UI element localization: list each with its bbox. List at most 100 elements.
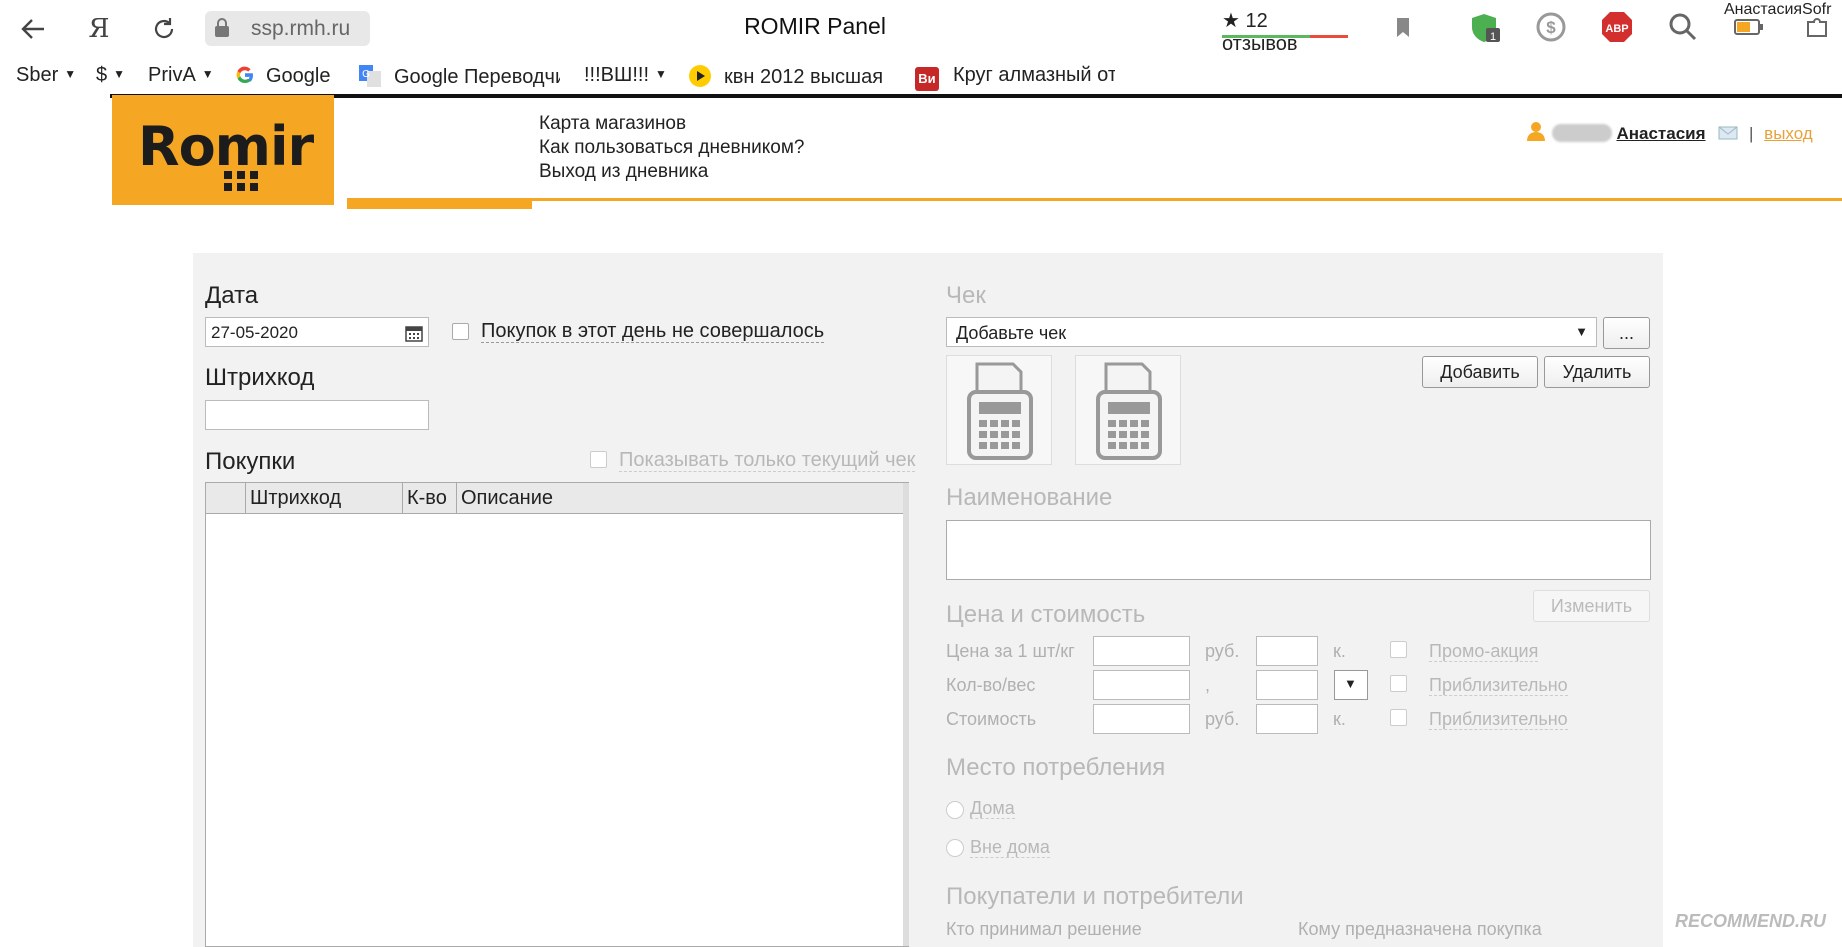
- cost-rub-input[interactable]: [1093, 704, 1190, 734]
- unit-price-kop-unit: к.: [1333, 641, 1346, 661]
- bookmark-google[interactable]: Google: [234, 64, 331, 88]
- receipt-tile[interactable]: [1075, 355, 1181, 465]
- purchases-label: Покупки: [205, 448, 296, 475]
- date-value: 27-05-2020: [211, 323, 298, 342]
- product-name-label: Наименование: [946, 484, 1113, 511]
- add-receipt-button[interactable]: Добавить: [1422, 356, 1538, 388]
- bookmark-dollar[interactable]: $ ▼: [96, 64, 125, 87]
- rating-bar: [1222, 35, 1348, 38]
- chevron-down-icon: ▼: [1344, 676, 1357, 691]
- lock-icon: [215, 18, 229, 37]
- bookmark-priva[interactable]: PrivA ▼: [148, 64, 214, 87]
- barcode-input[interactable]: [205, 400, 429, 430]
- shield-extension-icon[interactable]: 1: [1468, 10, 1502, 44]
- romir-logo[interactable]: Romir: [112, 95, 334, 205]
- for-whom-label: Кому предназначена покупка: [1298, 919, 1542, 939]
- account-name[interactable]: АнастасияSofr: [1724, 1, 1831, 19]
- svg-text:G: G: [362, 69, 370, 80]
- place-away-label[interactable]: Вне дома: [970, 837, 1050, 858]
- column-header-barcode[interactable]: Штрихкод: [246, 483, 403, 513]
- logout-link[interactable]: выход: [1764, 124, 1813, 143]
- promo-label[interactable]: Промо-акция: [1429, 641, 1539, 662]
- no-purchases-label[interactable]: Покупок в этот день не совершалось: [481, 320, 825, 343]
- bookmark-sber[interactable]: Sber ▼: [16, 64, 76, 87]
- yandex-icon[interactable]: Я: [80, 10, 118, 48]
- decision-maker-label: Кто принимал решение: [946, 919, 1142, 939]
- delete-receipt-button[interactable]: Удалить: [1544, 356, 1650, 388]
- bookmark-label: Google Переводчи: [394, 66, 560, 88]
- place-home-text: Дома: [970, 798, 1015, 819]
- browser-toolbar: Я ssp.rmh.ru ROMIR Panel ★ 12 отзывов 1 …: [0, 0, 1842, 94]
- receipt-select[interactable]: Добавьте чек ▼: [946, 317, 1597, 347]
- stores-map-link[interactable]: Карта магазинов: [539, 113, 686, 135]
- diary-exit-link[interactable]: Выход из дневника: [539, 161, 708, 183]
- cash-register-icon: [967, 362, 1033, 460]
- barcode-label: Штрихкод: [205, 364, 315, 391]
- quantity-approx-checkbox[interactable]: [1390, 675, 1407, 692]
- promo-checkbox[interactable]: [1390, 641, 1407, 658]
- purchases-table: Штрихкод К-во Описание: [205, 482, 909, 947]
- table-scrollbar[interactable]: [903, 483, 909, 946]
- quantity-int-input[interactable]: [1093, 670, 1190, 700]
- cost-approx-label[interactable]: Приблизительно: [1429, 709, 1568, 730]
- column-header-select[interactable]: [206, 483, 246, 513]
- quantity-label: Кол-во/вес: [946, 675, 1036, 695]
- bookmark-label: квн 2012 высшая: [724, 66, 884, 88]
- logo-dots-icon: [224, 171, 258, 191]
- receipt-more-button[interactable]: ...: [1603, 317, 1650, 349]
- calendar-icon[interactable]: [405, 324, 423, 342]
- reviews-button[interactable]: ★ 12 отзывов: [1222, 8, 1348, 55]
- column-header-description[interactable]: Описание: [457, 483, 908, 513]
- abp-icon[interactable]: ABP: [1600, 10, 1634, 44]
- consumption-place-label: Место потребления: [946, 754, 1166, 781]
- price-section-label: Цена и стоимость: [946, 601, 1146, 628]
- product-name-input[interactable]: [946, 520, 1651, 580]
- no-purchases-checkbox[interactable]: [452, 323, 469, 340]
- unit-price-rub-input[interactable]: [1093, 636, 1190, 666]
- bookmark-krug[interactable]: Ви Круг алмазный отр: [915, 64, 1115, 91]
- column-header-qty[interactable]: К-во: [403, 483, 457, 513]
- cost-approx-checkbox[interactable]: [1390, 709, 1407, 726]
- dollar-extension-icon[interactable]: $: [1534, 10, 1568, 44]
- show-current-text: Показывать только текущий чек: [619, 449, 916, 472]
- mail-icon[interactable]: [1718, 126, 1738, 140]
- svg-text:$: $: [1546, 18, 1556, 37]
- quantity-frac-input[interactable]: [1256, 670, 1318, 700]
- cost-kop-input[interactable]: [1256, 704, 1318, 734]
- cost-kop-unit: к.: [1333, 709, 1346, 729]
- user-name-link[interactable]: Анастасия: [1616, 124, 1705, 143]
- cost-label: Стоимость: [946, 709, 1037, 729]
- date-field[interactable]: 27-05-2020: [205, 317, 429, 347]
- place-away-radio[interactable]: [946, 839, 964, 857]
- diary-help-link[interactable]: Как пользоваться дневником?: [539, 137, 804, 159]
- show-current-checkbox[interactable]: [590, 451, 607, 468]
- quantity-approx-label[interactable]: Приблизительно: [1429, 675, 1568, 696]
- change-button[interactable]: Изменить: [1533, 590, 1650, 622]
- cost-rub-unit: руб.: [1205, 709, 1240, 729]
- reload-icon[interactable]: [145, 10, 183, 48]
- place-home-radio[interactable]: [946, 801, 964, 819]
- bookmark-label: !!!ВШ!!!: [584, 64, 650, 86]
- reviews-text: ★ 12 отзывов: [1222, 10, 1298, 55]
- place-away-text: Вне дома: [970, 837, 1050, 858]
- unit-price-kop-input[interactable]: [1256, 636, 1318, 666]
- date-label: Дата: [205, 282, 259, 309]
- magnifier-extension-icon[interactable]: [1666, 10, 1700, 44]
- place-home-label[interactable]: Дома: [970, 798, 1015, 819]
- user-box: Анастасия | выход: [1525, 120, 1813, 144]
- back-arrow-icon[interactable]: [14, 10, 52, 48]
- bookmark-icon[interactable]: [1386, 10, 1420, 44]
- cash-register-icon: [1096, 362, 1162, 460]
- bookmark-google-translate[interactable]: G Google Переводчи: [358, 64, 560, 89]
- bookmark-label: Sber: [16, 64, 59, 86]
- bookmark-kvn[interactable]: квн 2012 высшая: [688, 64, 898, 89]
- receipt-tile[interactable]: [946, 355, 1052, 465]
- bookmark-vsh[interactable]: !!!ВШ!!! ▼: [584, 64, 667, 87]
- unit-price-rub-unit: руб.: [1205, 641, 1240, 661]
- unit-select[interactable]: ▼: [1334, 670, 1368, 700]
- shield-badge-text: 1: [1490, 31, 1496, 43]
- no-purchases-text: Покупок в этот день не совершалось: [481, 320, 825, 343]
- show-current-label[interactable]: Показывать только текущий чек: [619, 449, 916, 472]
- address-bar[interactable]: ssp.rmh.ru: [205, 11, 370, 46]
- cost-approx-text: Приблизительно: [1429, 709, 1568, 730]
